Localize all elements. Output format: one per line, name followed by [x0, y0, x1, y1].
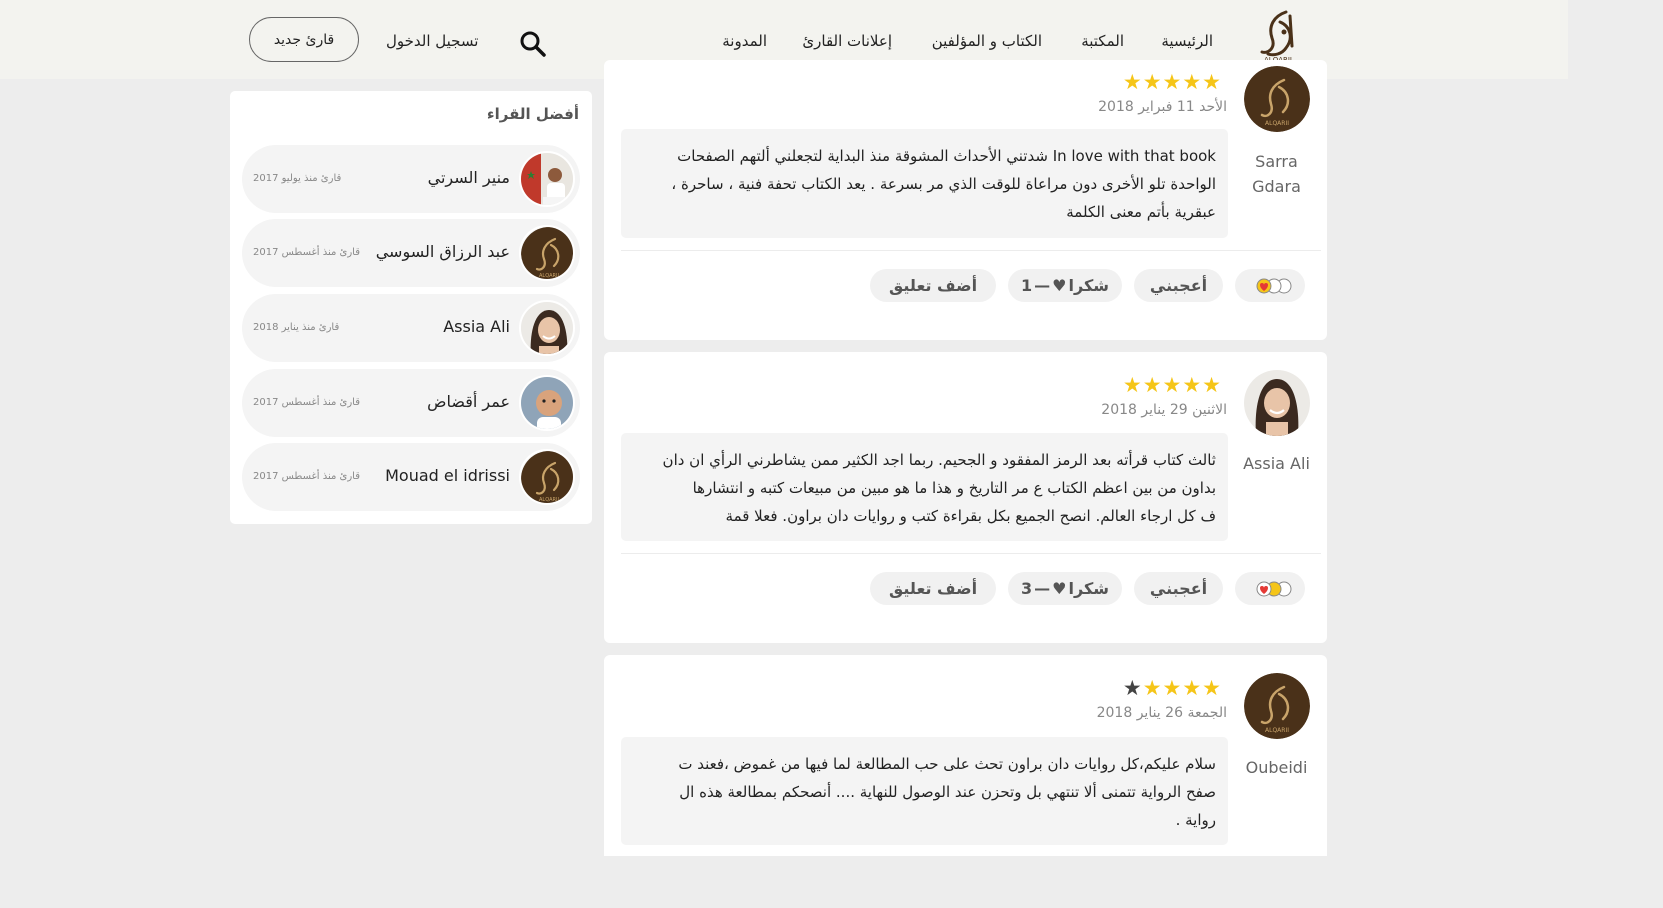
reviewer-name[interactable]: Sarra Gdara [1234, 149, 1319, 199]
reviewer-name-line: Sarra [1255, 152, 1298, 171]
nav-library[interactable]: المكتبة [1081, 32, 1124, 50]
nav-blog[interactable]: المدونة [722, 32, 767, 50]
dash-separator: — [1034, 276, 1051, 295]
review-line: بداون من بين اعظم الكتاب ع مر التاريخ و … [692, 479, 1216, 497]
rating-stars: ★ ★ ★ ★ ★ [1123, 374, 1221, 396]
reader-since: قارئ منذ أغسطس 2017 [253, 247, 360, 258]
star-icon: ★ [1122, 70, 1142, 94]
reviewer-name[interactable]: Assia Ali [1234, 451, 1319, 476]
review-line: سلام عليكم،كل روايات دان براون تحث على ح… [678, 755, 1216, 773]
avatar: ALQARII [519, 449, 575, 505]
avatar[interactable] [1244, 370, 1310, 436]
review-line: ف كل ارجاء العالم. انصح الجميع بكل بقراء… [725, 507, 1216, 525]
nav-authors[interactable]: الكتاب و المؤلفين [932, 32, 1042, 50]
search-icon[interactable] [519, 30, 547, 58]
star-icon: ★ [1162, 676, 1182, 700]
reader-item[interactable]: عمر أقضاض قارئ منذ أغسطس 2017 [242, 369, 580, 437]
review-text: ثالث كتاب قرأته بعد الرمز المفقود و الجح… [621, 433, 1228, 541]
reviewer-name-line: Oubeidi [1245, 758, 1308, 777]
reader-since: قارئ منذ أغسطس 2017 [253, 397, 360, 408]
reviewer-name-line: Gdara [1252, 177, 1301, 196]
star-icon: ★ [1182, 676, 1202, 700]
login-link[interactable]: تسجيل الدخول [386, 32, 478, 50]
divider [621, 250, 1321, 251]
star-icon: ★ [1122, 373, 1142, 397]
dash-separator: — [1034, 579, 1051, 598]
new-reader-button[interactable]: قارئ جديد [249, 17, 359, 62]
reader-name: Mouad el idrissi [385, 466, 510, 485]
star-icon: ★ [1182, 373, 1202, 397]
heart-icon: ♥ [1052, 276, 1067, 295]
thanks-button[interactable]: 3 — ♥ شكرا [1008, 572, 1122, 605]
reader-item[interactable]: ALQARII Mouad el idrissi قارئ منذ أغسطس … [242, 443, 580, 511]
reader-item[interactable]: ALQARII عبد الرزاق السوسي قارئ منذ أغسطس… [242, 219, 580, 287]
review-line: ثالث كتاب قرأته بعد الرمز المفقود و الجح… [662, 451, 1216, 469]
rating-stars: ★ ★ ★ ★ ★ [1123, 677, 1221, 699]
reviewer-name[interactable]: Oubeidi [1234, 755, 1319, 780]
review-date: الجمعة 26 يناير 2018 [1096, 705, 1227, 721]
like-button[interactable]: أعجبني [1134, 269, 1223, 302]
review-card: Assia Ali ★ ★ ★ ★ ★ الاثنين 29 يناير 201… [604, 352, 1327, 643]
review-line: In love with that book شدتني الأحداث الم… [677, 147, 1216, 165]
svg-text:ALQARII: ALQARII [1265, 727, 1289, 734]
svg-text:ALQARII: ALQARII [539, 273, 559, 279]
review-line: رواية . [1175, 811, 1216, 829]
like-button[interactable]: أعجبني [1134, 572, 1223, 605]
reader-since: قارئ منذ أغسطس 2017 [253, 471, 360, 482]
star-icon: ★ [1202, 676, 1221, 700]
reactions-summary[interactable] [1235, 572, 1305, 605]
star-icon: ★ [1202, 373, 1221, 397]
review-date: الأحد 11 فبراير 2018 [1098, 99, 1227, 115]
star-icon: ★ [1142, 70, 1162, 94]
reactions-summary[interactable] [1235, 269, 1305, 302]
star-empty-icon: ★ [1122, 676, 1142, 700]
review-line: عبقرية بأتم معنى الكلمة [1066, 203, 1216, 221]
star-icon: ★ [1142, 676, 1162, 700]
reader-item[interactable]: منير السرتي قارئ منذ يوليو 2017 [242, 145, 580, 213]
add-comment-button[interactable]: أضف تعليق [870, 269, 996, 302]
thanks-button[interactable]: 1 — ♥ شكرا [1008, 269, 1122, 302]
review-line: الواحدة تلو الأخرى دون مراعاة للوقت الذي… [671, 175, 1216, 193]
star-icon: ★ [1202, 70, 1221, 94]
reviewer-name-line: Assia Ali [1243, 454, 1310, 473]
avatar: ALQARII [519, 225, 575, 281]
heart-icon: ♥ [1052, 579, 1067, 598]
star-icon: ★ [1162, 70, 1182, 94]
nav-reader-ads[interactable]: إعلانات القارئ [802, 32, 892, 50]
review-text: سلام عليكم،كل روايات دان براون تحث على ح… [621, 737, 1228, 845]
thanks-label: شكرا [1068, 579, 1109, 598]
star-icon: ★ [1182, 70, 1202, 94]
nav-home[interactable]: الرئيسية [1161, 32, 1213, 50]
divider [621, 553, 1321, 554]
avatar[interactable]: ALQARII [1244, 66, 1310, 132]
avatar[interactable]: ALQARII [1244, 673, 1310, 739]
top-readers-title: أفضل القراء [486, 105, 579, 123]
avatar [519, 151, 575, 207]
alqarii-logo[interactable]: ALQARII [1254, 8, 1302, 64]
star-icon: ★ [1142, 373, 1162, 397]
review-card: ALQARII Sarra Gdara ★ ★ ★ ★ ★ الأحد 11 ف… [604, 60, 1327, 340]
reader-since: قارئ منذ يناير 2018 [253, 322, 340, 333]
star-icon: ★ [1162, 373, 1182, 397]
review-line: صفح الرواية تتمنى ألا تنتهي بل وتحزن عند… [679, 783, 1216, 801]
svg-text:ALQARII: ALQARII [1265, 120, 1289, 127]
avatar [519, 375, 575, 431]
rating-stars: ★ ★ ★ ★ ★ [1123, 71, 1221, 93]
thanks-count: 1 [1021, 276, 1033, 295]
add-comment-button[interactable]: أضف تعليق [870, 572, 996, 605]
thanks-count: 3 [1021, 579, 1033, 598]
review-card: ALQARII Oubeidi ★ ★ ★ ★ ★ الجمعة 26 يناي… [604, 655, 1327, 856]
reader-name: عبد الرزاق السوسي [375, 242, 510, 261]
review-text: In love with that book شدتني الأحداث الم… [621, 129, 1228, 238]
review-date: الاثنين 29 يناير 2018 [1101, 402, 1227, 418]
reader-item[interactable]: Assia Ali قارئ منذ يناير 2018 [242, 294, 580, 362]
reader-since: قارئ منذ يوليو 2017 [253, 173, 342, 184]
avatar [519, 300, 575, 356]
reader-name: منير السرتي [427, 168, 510, 187]
thanks-label: شكرا [1068, 276, 1109, 295]
svg-text:ALQARII: ALQARII [539, 497, 559, 503]
top-readers-panel: أفضل القراء منير السرتي قارئ منذ يوليو 2… [230, 91, 592, 524]
reader-name: Assia Ali [443, 317, 510, 336]
reader-name: عمر أقضاض [427, 392, 510, 411]
